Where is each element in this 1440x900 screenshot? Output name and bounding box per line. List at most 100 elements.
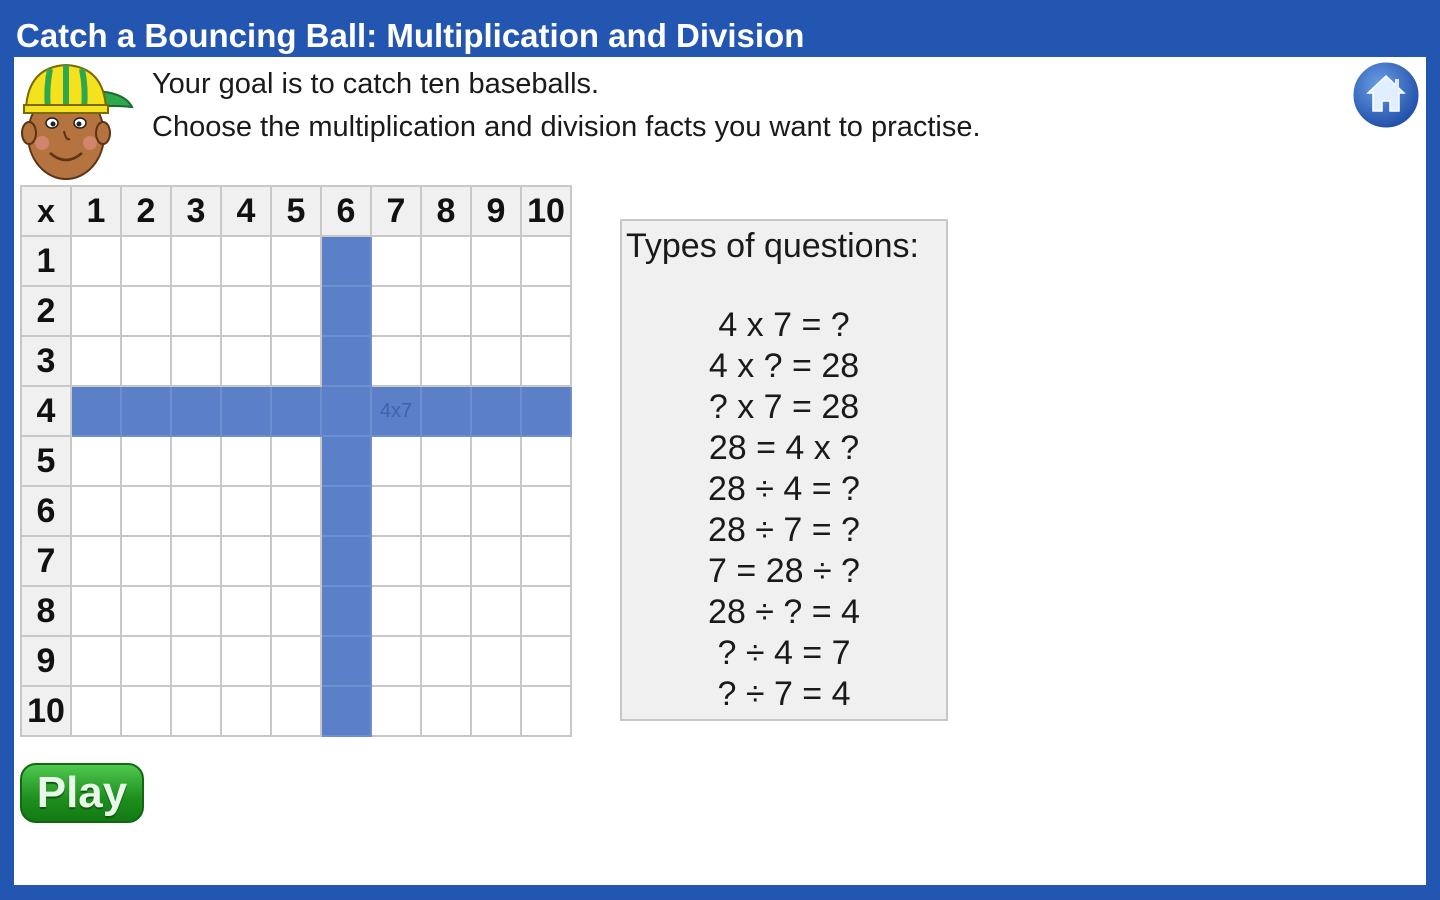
grid-column-header[interactable]: 5 bbox=[270, 185, 322, 237]
grid-cell[interactable] bbox=[320, 585, 372, 637]
grid-cell[interactable] bbox=[470, 485, 522, 537]
grid-cell[interactable] bbox=[320, 485, 372, 537]
grid-cell[interactable] bbox=[370, 435, 422, 487]
grid-cell[interactable] bbox=[520, 385, 572, 437]
grid-cell[interactable] bbox=[470, 435, 522, 487]
grid-cell[interactable] bbox=[470, 635, 522, 687]
grid-cell[interactable] bbox=[170, 335, 222, 387]
grid-cell[interactable] bbox=[520, 485, 572, 537]
play-button[interactable]: Play bbox=[20, 763, 144, 823]
grid-cell[interactable] bbox=[220, 485, 272, 537]
grid-cell[interactable] bbox=[170, 585, 222, 637]
grid-cell[interactable] bbox=[470, 235, 522, 287]
grid-cell[interactable] bbox=[120, 235, 172, 287]
grid-cell[interactable] bbox=[420, 385, 472, 437]
grid-cell[interactable] bbox=[420, 685, 472, 737]
grid-row-header[interactable]: 10 bbox=[20, 685, 72, 737]
grid-cell[interactable] bbox=[170, 535, 222, 587]
grid-cell[interactable] bbox=[120, 435, 172, 487]
grid-cell[interactable] bbox=[270, 585, 322, 637]
grid-cell[interactable] bbox=[320, 635, 372, 687]
grid-cell[interactable] bbox=[370, 635, 422, 687]
grid-cell[interactable] bbox=[70, 685, 122, 737]
grid-cell[interactable] bbox=[470, 535, 522, 587]
grid-cell[interactable] bbox=[370, 235, 422, 287]
grid-column-header[interactable]: 9 bbox=[470, 185, 522, 237]
grid-cell[interactable] bbox=[320, 435, 372, 487]
grid-cell[interactable] bbox=[470, 385, 522, 437]
grid-cell[interactable] bbox=[420, 485, 472, 537]
grid-cell[interactable] bbox=[520, 585, 572, 637]
grid-row-header[interactable]: 7 bbox=[20, 535, 72, 587]
grid-cell[interactable] bbox=[120, 285, 172, 337]
grid-row-header[interactable]: 1 bbox=[20, 235, 72, 287]
grid-cell[interactable] bbox=[370, 485, 422, 537]
grid-cell[interactable] bbox=[220, 285, 272, 337]
grid-cell[interactable] bbox=[70, 635, 122, 687]
grid-column-header[interactable]: 10 bbox=[520, 185, 572, 237]
grid-cell[interactable] bbox=[420, 235, 472, 287]
grid-cell[interactable] bbox=[320, 535, 372, 587]
grid-column-header[interactable]: 1 bbox=[70, 185, 122, 237]
grid-cell[interactable] bbox=[220, 235, 272, 287]
grid-cell[interactable] bbox=[120, 685, 172, 737]
grid-cell[interactable] bbox=[220, 385, 272, 437]
grid-row-header[interactable]: 9 bbox=[20, 635, 72, 687]
grid-cell[interactable] bbox=[270, 385, 322, 437]
grid-cell[interactable] bbox=[520, 335, 572, 387]
grid-cell[interactable] bbox=[470, 335, 522, 387]
grid-cell[interactable] bbox=[420, 585, 472, 637]
grid-cell[interactable] bbox=[270, 685, 322, 737]
grid-cell[interactable] bbox=[420, 635, 472, 687]
grid-cell[interactable] bbox=[270, 285, 322, 337]
grid-cell[interactable] bbox=[470, 685, 522, 737]
grid-cell[interactable] bbox=[120, 585, 172, 637]
grid-cell[interactable] bbox=[120, 535, 172, 587]
grid-row-header[interactable]: 8 bbox=[20, 585, 72, 637]
grid-cell[interactable] bbox=[520, 635, 572, 687]
grid-row-header[interactable]: 4 bbox=[20, 385, 72, 437]
grid-cell[interactable] bbox=[320, 335, 372, 387]
grid-cell[interactable] bbox=[120, 385, 172, 437]
grid-cell[interactable] bbox=[270, 635, 322, 687]
grid-cell[interactable] bbox=[520, 535, 572, 587]
grid-cell[interactable] bbox=[320, 385, 372, 437]
grid-cell[interactable] bbox=[420, 335, 472, 387]
grid-cell[interactable] bbox=[520, 285, 572, 337]
grid-cell[interactable] bbox=[370, 685, 422, 737]
grid-cell[interactable] bbox=[220, 435, 272, 487]
grid-cell[interactable] bbox=[370, 585, 422, 637]
grid-cell[interactable] bbox=[70, 335, 122, 387]
grid-cell[interactable] bbox=[420, 435, 472, 487]
grid-cell[interactable] bbox=[220, 535, 272, 587]
grid-cell[interactable] bbox=[220, 685, 272, 737]
grid-cell[interactable] bbox=[370, 285, 422, 337]
grid-cell[interactable] bbox=[70, 385, 122, 437]
grid-cell[interactable] bbox=[220, 635, 272, 687]
grid-cell[interactable] bbox=[170, 385, 222, 437]
grid-column-header[interactable]: 3 bbox=[170, 185, 222, 237]
grid-row-header[interactable]: 5 bbox=[20, 435, 72, 487]
grid-cell[interactable] bbox=[170, 635, 222, 687]
home-icon[interactable] bbox=[1350, 59, 1422, 131]
grid-cell[interactable] bbox=[270, 435, 322, 487]
grid-column-header[interactable]: 8 bbox=[420, 185, 472, 237]
grid-cell[interactable] bbox=[420, 285, 472, 337]
grid-cell[interactable] bbox=[170, 235, 222, 287]
grid-cell[interactable] bbox=[170, 685, 222, 737]
grid-cell-target[interactable]: 4x7 bbox=[370, 385, 422, 437]
grid-cell[interactable] bbox=[70, 485, 122, 537]
grid-cell[interactable] bbox=[120, 485, 172, 537]
grid-column-header[interactable]: 6 bbox=[320, 185, 372, 237]
grid-cell[interactable] bbox=[70, 235, 122, 287]
grid-cell[interactable] bbox=[470, 285, 522, 337]
grid-cell[interactable] bbox=[220, 585, 272, 637]
grid-cell[interactable] bbox=[370, 335, 422, 387]
grid-cell[interactable] bbox=[220, 335, 272, 387]
grid-cell[interactable] bbox=[270, 235, 322, 287]
grid-cell[interactable] bbox=[170, 485, 222, 537]
grid-column-header[interactable]: 2 bbox=[120, 185, 172, 237]
grid-cell[interactable] bbox=[270, 335, 322, 387]
grid-cell[interactable] bbox=[320, 285, 372, 337]
grid-column-header[interactable]: 7 bbox=[370, 185, 422, 237]
